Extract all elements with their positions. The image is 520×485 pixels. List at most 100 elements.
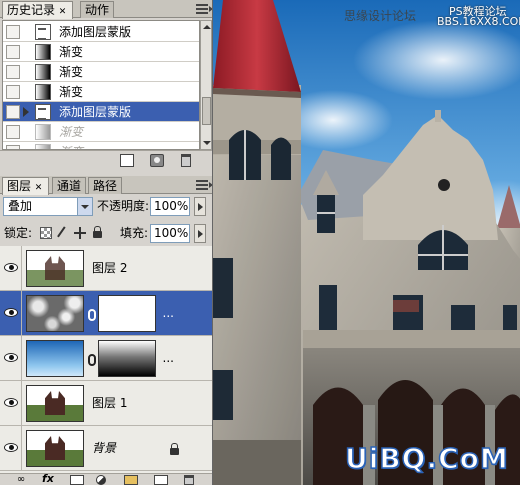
visibility-toggle[interactable]	[0, 336, 22, 380]
snapshot-source-checkbox[interactable]	[6, 125, 20, 139]
eye-icon[interactable]	[4, 398, 18, 407]
gradient-icon	[35, 84, 51, 100]
snapshot-source-checkbox[interactable]	[6, 105, 20, 119]
layer-name: ...	[162, 306, 174, 320]
visibility-toggle[interactable]	[0, 381, 22, 425]
link-icon[interactable]: ∞	[14, 473, 28, 485]
history-item-label: 渐变	[59, 45, 84, 59]
layer-thumbnail	[26, 250, 84, 287]
link-icon[interactable]	[88, 309, 96, 321]
lock-label: 锁定:	[4, 226, 33, 240]
snapshot-source-checkbox[interactable]	[6, 65, 20, 79]
watermark-url: BBS.16XX8.COM	[437, 15, 520, 28]
fx-icon[interactable]: fx	[42, 472, 56, 485]
snapshot-icon[interactable]	[150, 154, 164, 167]
layer-name: 图层 2	[92, 261, 128, 275]
history-item-selected[interactable]: 添加图层蒙版	[3, 102, 199, 122]
layer-row-selected[interactable]: ...	[0, 291, 212, 336]
tab-channels-label: 通道	[57, 179, 82, 193]
history-item-label: 添加图层蒙版	[59, 105, 132, 119]
palettes-dock: 历史记录 ✕ 动作 添加图层蒙版 渐变 渐变 渐变 添加图层蒙版 渐变 图层 ✕…	[0, 0, 214, 485]
scroll-up-icon[interactable]	[202, 21, 211, 33]
tab-paths[interactable]: 路径	[88, 177, 123, 194]
tab-actions-label: 动作	[85, 3, 110, 17]
chevron-down-icon[interactable]	[77, 198, 92, 215]
visibility-toggle[interactable]	[0, 291, 22, 335]
history-item[interactable]: 渐变	[3, 62, 199, 82]
eye-icon[interactable]	[4, 263, 18, 272]
tab-channels[interactable]: 通道	[52, 177, 87, 194]
eye-icon[interactable]	[4, 308, 18, 317]
layer-name: 背景	[92, 441, 117, 455]
tab-layers[interactable]: 图层 ✕	[2, 177, 50, 196]
snapshot-source-checkbox[interactable]	[6, 85, 20, 99]
eye-icon[interactable]	[4, 353, 18, 362]
mask-icon[interactable]	[70, 475, 84, 485]
history-item[interactable]: 渐变	[3, 142, 199, 149]
doc-icon	[35, 24, 51, 40]
watermark-uibq: UiBQ.CoM	[344, 441, 509, 476]
history-list: 添加图层蒙版 渐变 渐变 渐变 添加图层蒙版 渐变	[2, 20, 200, 150]
scroll-thumb[interactable]	[202, 97, 211, 125]
layer-thumbnail	[26, 430, 84, 467]
history-item-label: 渐变	[59, 65, 84, 79]
layer-row[interactable]: ...	[0, 336, 212, 381]
snapshot-source-checkbox[interactable]	[6, 25, 20, 39]
history-item[interactable]: 添加图层蒙版	[3, 22, 199, 42]
lock-pixels-icon[interactable]	[57, 226, 69, 240]
opacity-value: 100%	[154, 199, 189, 213]
layer-row[interactable]: 图层 1	[0, 381, 212, 426]
lock-transparency-icon[interactable]	[40, 227, 52, 239]
opacity-field[interactable]: 100%	[150, 197, 190, 216]
visibility-toggle[interactable]	[0, 246, 22, 290]
history-scrollbar[interactable]	[200, 20, 212, 150]
layer-thumbnail	[26, 340, 84, 377]
adjustment-icon[interactable]	[96, 475, 106, 485]
history-toolbar	[0, 150, 214, 170]
lock-position-icon[interactable]	[74, 227, 86, 239]
snapshot-source-checkbox[interactable]	[6, 45, 20, 59]
trash-icon[interactable]	[184, 475, 194, 485]
fill-field[interactable]: 100%	[150, 224, 190, 243]
watermark-site-name: 思缘设计论坛	[344, 9, 417, 23]
lock-all-icon[interactable]	[93, 226, 102, 238]
history-item[interactable]: 渐变	[3, 82, 199, 102]
tab-actions[interactable]: 动作	[80, 1, 115, 18]
trash-icon[interactable]	[181, 154, 191, 167]
eye-icon[interactable]	[4, 443, 18, 452]
history-state-marker-icon[interactable]	[23, 107, 30, 117]
lock-icon	[170, 443, 179, 455]
new-document-icon[interactable]	[120, 154, 134, 167]
layer-row[interactable]: 背景	[0, 426, 212, 471]
history-tabbar: 历史记录 ✕ 动作	[0, 0, 214, 20]
visibility-toggle[interactable]	[0, 426, 22, 470]
blend-mode-value: 叠加	[8, 199, 33, 213]
fill-slider-button[interactable]	[194, 224, 206, 243]
folder-icon[interactable]	[124, 475, 138, 485]
history-item[interactable]: 渐变	[3, 42, 199, 62]
layer-mask-thumbnail[interactable]	[98, 295, 156, 332]
panel-menu-icon[interactable]	[196, 180, 213, 190]
tab-history[interactable]: 历史记录 ✕	[2, 1, 74, 20]
tab-history-label: 历史记录	[7, 3, 56, 17]
canvas-image: 思缘设计论坛 PS教程论坛 BBS.16XX8.COM UiBQ.CoM	[212, 0, 520, 485]
panel-menu-icon[interactable]	[196, 4, 213, 14]
layer-name: ...	[162, 351, 174, 365]
tab-layers-label: 图层	[7, 179, 32, 193]
doc-icon	[35, 104, 51, 120]
history-item[interactable]: 渐变	[3, 122, 199, 142]
layer-row[interactable]: 图层 2	[0, 246, 212, 291]
layer-name: 图层 1	[92, 396, 128, 410]
layers-list: 图层 2 ... ... 图层 1 背景	[0, 246, 212, 473]
scroll-down-icon[interactable]	[202, 137, 211, 149]
layer-thumbnail	[26, 295, 84, 332]
new-layer-icon[interactable]	[154, 475, 168, 485]
close-icon[interactable]: ✕	[33, 180, 44, 196]
close-icon[interactable]: ✕	[57, 4, 68, 20]
blend-mode-select[interactable]: 叠加	[3, 197, 93, 216]
history-item-label: 渐变	[59, 125, 84, 139]
link-icon[interactable]	[88, 354, 96, 366]
lock-row: 锁定: 填充: 100%	[0, 223, 214, 245]
layer-mask-thumbnail[interactable]	[98, 340, 156, 377]
opacity-slider-button[interactable]	[194, 197, 206, 216]
